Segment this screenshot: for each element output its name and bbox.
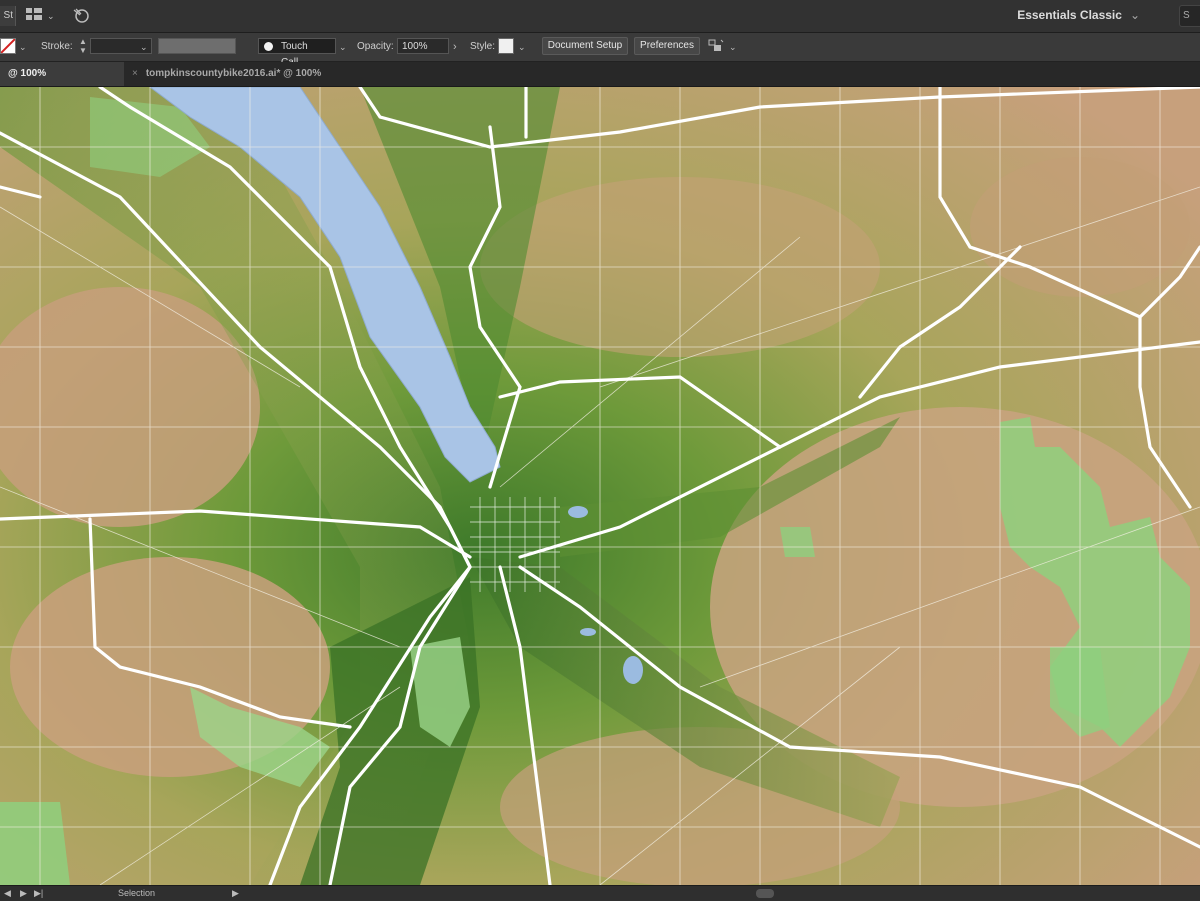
stepper-icon[interactable]: ▲ ▼ — [79, 37, 87, 55]
brush-definition-field[interactable]: Touch Call... — [258, 38, 336, 68]
stroke-swatch-icon[interactable] — [0, 38, 16, 54]
workspace-label: Essentials Classic — [1017, 8, 1122, 22]
document-setup-button[interactable]: Document Setup — [542, 37, 628, 55]
nav-last-icon[interactable]: ▶| — [34, 886, 43, 901]
chevron-right-icon[interactable]: ▶ — [232, 886, 239, 901]
nav-prev-icon[interactable]: ◀ — [4, 886, 11, 901]
chevron-down-icon[interactable]: ⌄ — [47, 8, 55, 24]
stock-logo[interactable]: St — [0, 6, 16, 26]
document-tab-bar: @ 100% (CMYK/Preview) ×tompkinscountybik… — [0, 62, 1200, 103]
opacity-field[interactable]: 100% — [397, 38, 449, 54]
graphic-style-swatch[interactable] — [498, 38, 514, 54]
gpu-rocket-icon[interactable] — [72, 7, 90, 27]
chevron-down-icon[interactable]: ⌄ — [339, 39, 347, 55]
brush-dot-icon — [264, 42, 273, 51]
control-bar: ⌄ Stroke: ▲▼ ⌄ Touch Call... ⌄ Opacity: … — [0, 33, 1200, 68]
tab-current-document[interactable]: @ 100% (CMYK/Preview) — [0, 62, 124, 103]
chevron-right-icon[interactable]: › — [453, 39, 457, 55]
chevron-down-icon[interactable]: ⌄ — [518, 39, 526, 55]
style-label: Style: — [470, 41, 496, 52]
status-bar: ◀ ▶ ▶| Selection ▶ — [0, 885, 1200, 901]
chevron-down-icon[interactable]: ⌄ — [140, 39, 148, 55]
nav-next-icon[interactable]: ▶ — [20, 886, 27, 901]
workspace-switcher[interactable]: Essentials Classic ⌄ — [1017, 8, 1140, 22]
workspace-grid-icon[interactable] — [26, 7, 42, 25]
preferences-button[interactable]: Preferences — [634, 37, 700, 55]
stroke-label: Stroke: — [41, 41, 73, 52]
chevron-down-icon[interactable]: ⌄ — [729, 39, 737, 55]
topographic-map — [0, 87, 1200, 885]
close-icon[interactable]: × — [132, 68, 138, 79]
current-tool-label: Selection — [118, 888, 156, 898]
horizontal-scrollbar-thumb[interactable] — [756, 889, 774, 898]
search-field[interactable]: S — [1179, 5, 1200, 27]
chevron-down-icon[interactable]: ⌄ — [19, 39, 27, 55]
variable-width-profile[interactable] — [158, 38, 236, 54]
tab-tompkinscountybike[interactable]: ×tompkinscountybike2016.ai* @ 100% (CMYK… — [124, 62, 404, 103]
artboard-map[interactable] — [0, 87, 1200, 885]
arrange-icon[interactable] — [708, 39, 724, 57]
application-bar: St ⌄ Essentials Classic ⌄ S — [0, 0, 1200, 33]
chevron-down-icon: ⌄ — [1129, 8, 1140, 22]
opacity-label: Opacity: — [357, 41, 394, 52]
